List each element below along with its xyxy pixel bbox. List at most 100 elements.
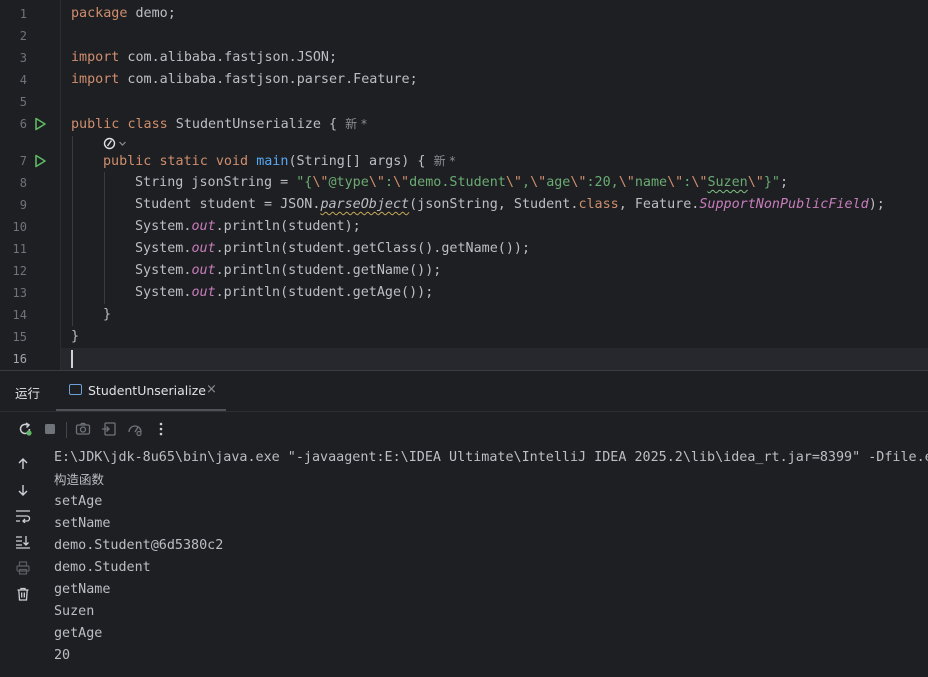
console-line: demo.Student@6d5380c2 — [54, 538, 224, 553]
code-text: ; — [780, 175, 789, 190]
soft-wrap-icon — [16, 510, 31, 523]
author-hint[interactable]: 新 * — [434, 154, 456, 168]
annotation-inlay[interactable] — [103, 135, 127, 151]
ide-window: { "editor": { "line_numbers": ["1","2","… — [0, 0, 928, 677]
keyword: class — [127, 117, 168, 132]
code-text: .println(student.getName()); — [215, 263, 442, 278]
keyword: package — [71, 6, 128, 21]
line-number: 4 — [19, 73, 27, 87]
code-text: System. — [135, 263, 192, 278]
console-side-toolbar — [0, 447, 42, 677]
keyword: import — [71, 50, 120, 65]
string-literal: , — [522, 175, 531, 190]
line-number: 13 — [12, 286, 27, 300]
string-literal: name — [634, 175, 668, 190]
code-line-3: import com.alibaba.fastjson.JSON; — [71, 47, 337, 69]
code-line-15: } — [71, 329, 80, 344]
run-toolbar — [0, 411, 928, 447]
author-hint[interactable]: 新 * — [345, 117, 367, 131]
escape-seq: \" — [618, 175, 635, 190]
line-number: 1 — [19, 7, 27, 21]
line-number: 7 — [19, 154, 27, 168]
code-text: .println(student.getAge()); — [215, 285, 434, 300]
code-line-8: String jsonString = "{\"@type\":\"demo.S… — [135, 172, 788, 194]
escape-seq: \" — [667, 175, 684, 190]
code-line-1: package demo; — [71, 3, 176, 25]
soft-wrap-button[interactable] — [14, 507, 32, 525]
tab-student-unserialize[interactable]: StudentUnserialize × — [56, 371, 226, 411]
escape-seq: \" — [691, 175, 708, 190]
scroll-to-end-button[interactable] — [14, 533, 32, 551]
line-number: 15 — [12, 330, 27, 344]
code-line-10: System.out.println(student); — [135, 216, 361, 238]
console-line: E:\JDK\jdk-8u65\bin\java.exe "-javaagent… — [54, 450, 928, 465]
more-options-button[interactable] — [152, 420, 170, 438]
run-main-icon[interactable] — [33, 154, 47, 168]
console-line: setAge — [54, 494, 103, 509]
line-number: 16 — [12, 352, 27, 366]
code-editor[interactable]: 1 2 3 4 5 6 7 8 9 10 11 12 13 14 15 16 p… — [0, 0, 928, 370]
tab-label: StudentUnserialize — [88, 383, 206, 398]
console-line: demo.Student — [54, 560, 151, 575]
line-number: 3 — [19, 51, 27, 65]
static-field: out — [191, 263, 216, 278]
current-line-highlight — [0, 348, 928, 370]
escape-seq: \" — [312, 175, 329, 190]
code-line-12: System.out.println(student.getName()); — [135, 260, 441, 282]
code-text: .println(student.getClass().getName()); — [215, 241, 531, 256]
code-line-4: import com.alibaba.fastjson.parser.Featu… — [71, 69, 418, 91]
escape-seq: \" — [747, 175, 764, 190]
profiler-button[interactable] — [126, 420, 144, 438]
line-number: 5 — [19, 95, 27, 109]
indent-guide — [104, 172, 105, 304]
keyword: static — [159, 154, 208, 169]
static-field: out — [191, 285, 216, 300]
code-text: com.alibaba.fastjson.JSON; — [119, 50, 338, 65]
clear-all-button[interactable] — [14, 585, 32, 603]
print-button[interactable] — [14, 559, 32, 577]
escape-seq: \" — [505, 175, 522, 190]
code-line-7: public static void main(String[] args) {… — [103, 150, 455, 172]
rerun-button[interactable] — [16, 420, 34, 438]
string-literal: }" — [763, 175, 780, 190]
keyword: public — [103, 154, 152, 169]
code-text: (String[] args) { — [288, 154, 434, 169]
code-line-14: } — [103, 307, 112, 322]
code-text: (jsonString, Student. — [409, 197, 579, 212]
line-number: 10 — [12, 220, 27, 234]
scroll-up-button[interactable] — [14, 455, 32, 473]
static-method-call: parseObject — [320, 197, 410, 212]
console-output[interactable]: E:\JDK\jdk-8u65\bin\java.exe "-javaagent… — [42, 447, 928, 677]
line-number: 14 — [12, 308, 27, 322]
close-icon[interactable]: × — [206, 382, 217, 397]
string-literal: demo.Student — [409, 175, 506, 190]
code-text: ); — [868, 197, 885, 212]
code-text: System. — [135, 285, 192, 300]
console-line: getName — [54, 582, 111, 597]
run-class-icon[interactable] — [33, 117, 47, 131]
dump-threads-button[interactable] — [74, 420, 92, 438]
static-field: out — [191, 219, 216, 234]
static-field: out — [191, 241, 216, 256]
stop-button[interactable] — [41, 420, 59, 438]
keyword: class — [578, 197, 619, 212]
toolbar-separator — [66, 422, 67, 438]
scroll-down-button[interactable] — [14, 481, 32, 499]
code-text: , Feature. — [618, 197, 700, 212]
keyword: public — [71, 117, 120, 132]
code-line-6: public class StudentUnserialize { 新 * — [71, 113, 367, 135]
arrow-up-icon — [18, 458, 28, 469]
restore-layout-button[interactable] — [100, 420, 118, 438]
line-number: 12 — [12, 264, 27, 278]
string-literal: @type — [328, 175, 369, 190]
console-line: setName — [54, 516, 111, 531]
rerun-icon — [19, 422, 32, 436]
trash-icon — [17, 587, 29, 601]
code-text: demo; — [127, 6, 176, 21]
escape-seq: \" — [393, 175, 410, 190]
scroll-to-end-icon — [16, 536, 30, 549]
console-line: Suzen — [54, 604, 95, 619]
method-name: main — [256, 154, 289, 169]
run-tool-window: 运行 StudentUnserialize × E:\JDK\jdk-8u65\… — [0, 370, 928, 677]
gutter-separator — [60, 0, 61, 370]
